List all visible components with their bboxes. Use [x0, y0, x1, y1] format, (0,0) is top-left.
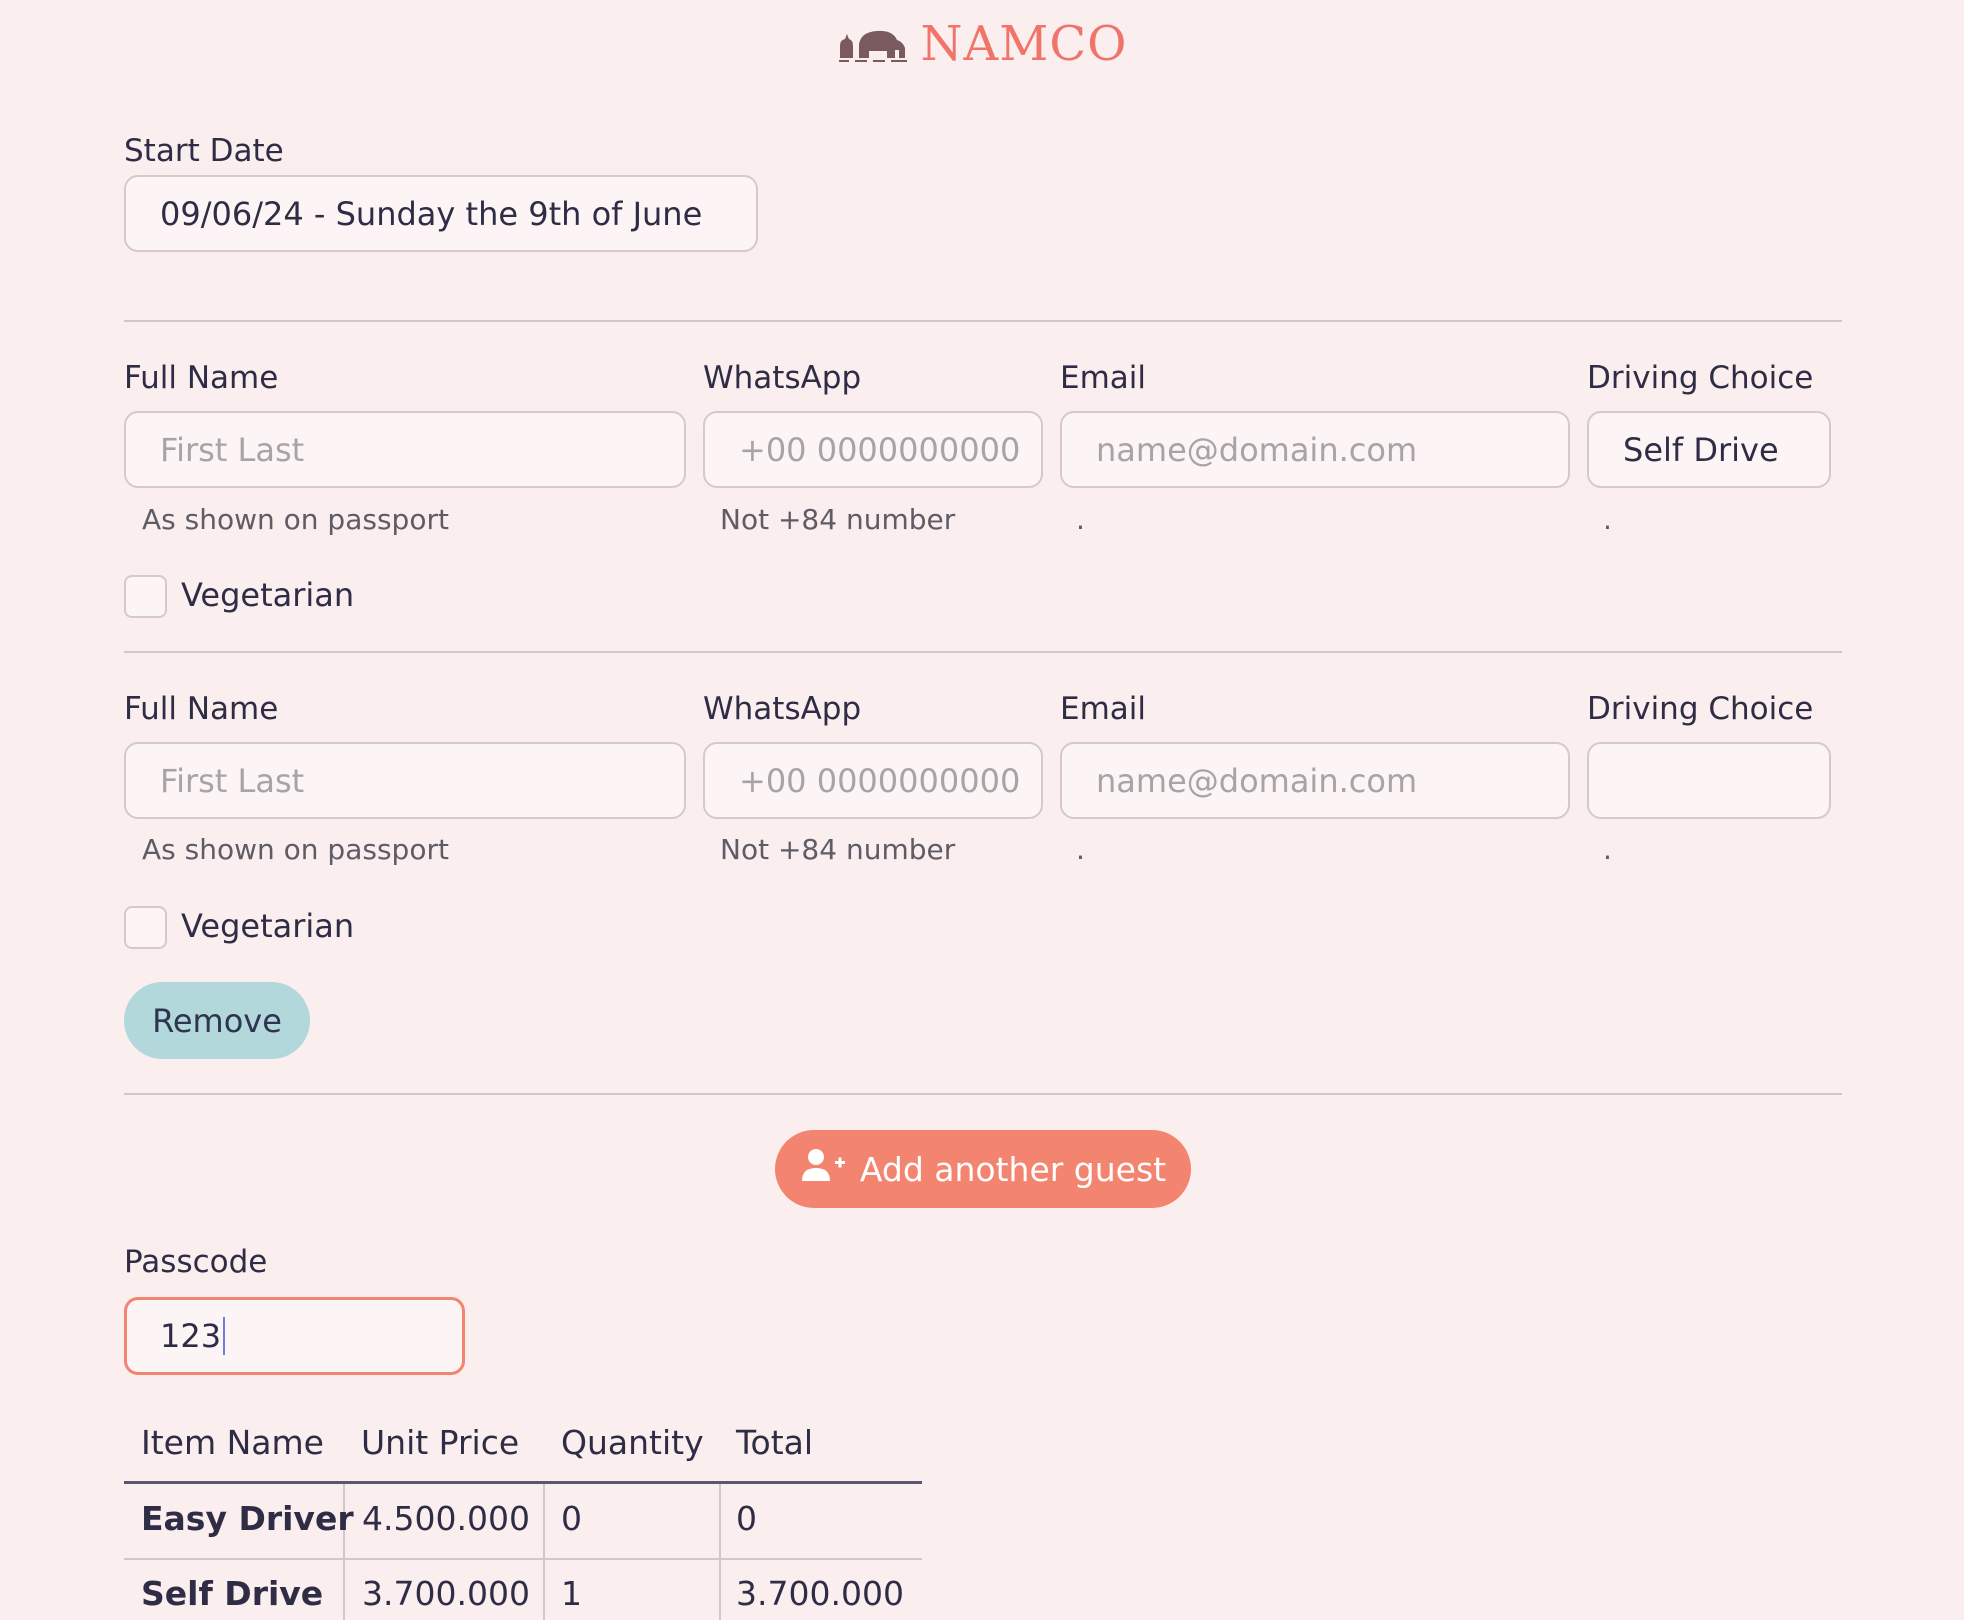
email-input[interactable]: name@domain.com — [1060, 411, 1570, 488]
divider — [124, 1093, 1842, 1095]
divider — [124, 651, 1842, 653]
table-cell-unit-price: 4.500.000 — [362, 1499, 530, 1538]
table-header-item-name: Item Name — [141, 1423, 324, 1462]
booking-form-page: NAMCO Start Date 09/06/24 - Sunday the 9… — [0, 0, 1964, 1620]
table-header-quantity: Quantity — [561, 1423, 704, 1462]
driving-choice-label: Driving Choice — [1587, 360, 1814, 396]
email-hint: . — [1076, 503, 1085, 536]
table-cell-item-name: Easy Driver — [141, 1499, 354, 1538]
whatsapp-hint: Not +84 number — [720, 833, 956, 866]
table-cell-unit-price: 3.700.000 — [362, 1574, 530, 1613]
table-column-rule — [543, 1484, 545, 1620]
table-cell-quantity: 1 — [561, 1574, 582, 1613]
driving-choice-label: Driving Choice — [1587, 691, 1814, 727]
driving-choice-select[interactable]: Self Drive — [1587, 411, 1831, 488]
whatsapp-hint: Not +84 number — [720, 503, 956, 536]
user-plus-icon — [800, 1145, 846, 1193]
whatsapp-label: WhatsApp — [703, 691, 862, 727]
elephant-logo-icon — [837, 26, 909, 62]
table-cell-total: 0 — [736, 1499, 757, 1538]
whatsapp-label: WhatsApp — [703, 360, 862, 396]
table-cell-total: 3.700.000 — [736, 1574, 904, 1613]
text-caret — [223, 1317, 226, 1355]
full-name-input[interactable]: First Last — [124, 742, 686, 819]
vegetarian-checkbox[interactable] — [124, 575, 167, 618]
driving-choice-hint: . — [1603, 503, 1612, 536]
table-header-total: Total — [736, 1423, 814, 1462]
remove-guest-button[interactable]: Remove — [124, 982, 310, 1059]
vegetarian-label: Vegetarian — [181, 576, 355, 614]
email-label: Email — [1060, 691, 1147, 727]
full-name-hint: As shown on passport — [142, 503, 449, 536]
email-label: Email — [1060, 360, 1147, 396]
full-name-input[interactable]: First Last — [124, 411, 686, 488]
whatsapp-input[interactable]: +00 0000000000 — [703, 742, 1043, 819]
add-guest-label: Add another guest — [859, 1149, 1167, 1189]
brand-header: NAMCO — [0, 16, 1964, 72]
table-header-unit-price: Unit Price — [361, 1423, 520, 1462]
vegetarian-checkbox[interactable] — [124, 906, 167, 949]
email-hint: . — [1076, 833, 1085, 866]
table-column-rule — [719, 1484, 721, 1620]
passcode-input[interactable]: 123 — [124, 1297, 465, 1375]
table-cell-quantity: 0 — [561, 1499, 582, 1538]
divider — [124, 320, 1842, 322]
table-row-rule — [124, 1558, 922, 1560]
start-date-label: Start Date — [124, 133, 284, 169]
driving-choice-hint: . — [1603, 833, 1612, 866]
passcode-label: Passcode — [124, 1244, 268, 1280]
passcode-value: 123 — [160, 1317, 222, 1355]
full-name-label: Full Name — [124, 691, 279, 727]
table-cell-item-name: Self Drive — [141, 1574, 324, 1613]
vegetarian-label: Vegetarian — [181, 907, 355, 945]
full-name-label: Full Name — [124, 360, 279, 396]
full-name-hint: As shown on passport — [142, 833, 449, 866]
driving-choice-select[interactable] — [1587, 742, 1831, 819]
brand-name: NAMCO — [920, 16, 1128, 72]
whatsapp-input[interactable]: +00 0000000000 — [703, 411, 1043, 488]
add-guest-button[interactable]: Add another guest — [775, 1130, 1191, 1208]
start-date-picker[interactable]: 09/06/24 - Sunday the 9th of June — [124, 175, 758, 252]
email-input[interactable]: name@domain.com — [1060, 742, 1570, 819]
table-header-rule — [124, 1481, 922, 1484]
